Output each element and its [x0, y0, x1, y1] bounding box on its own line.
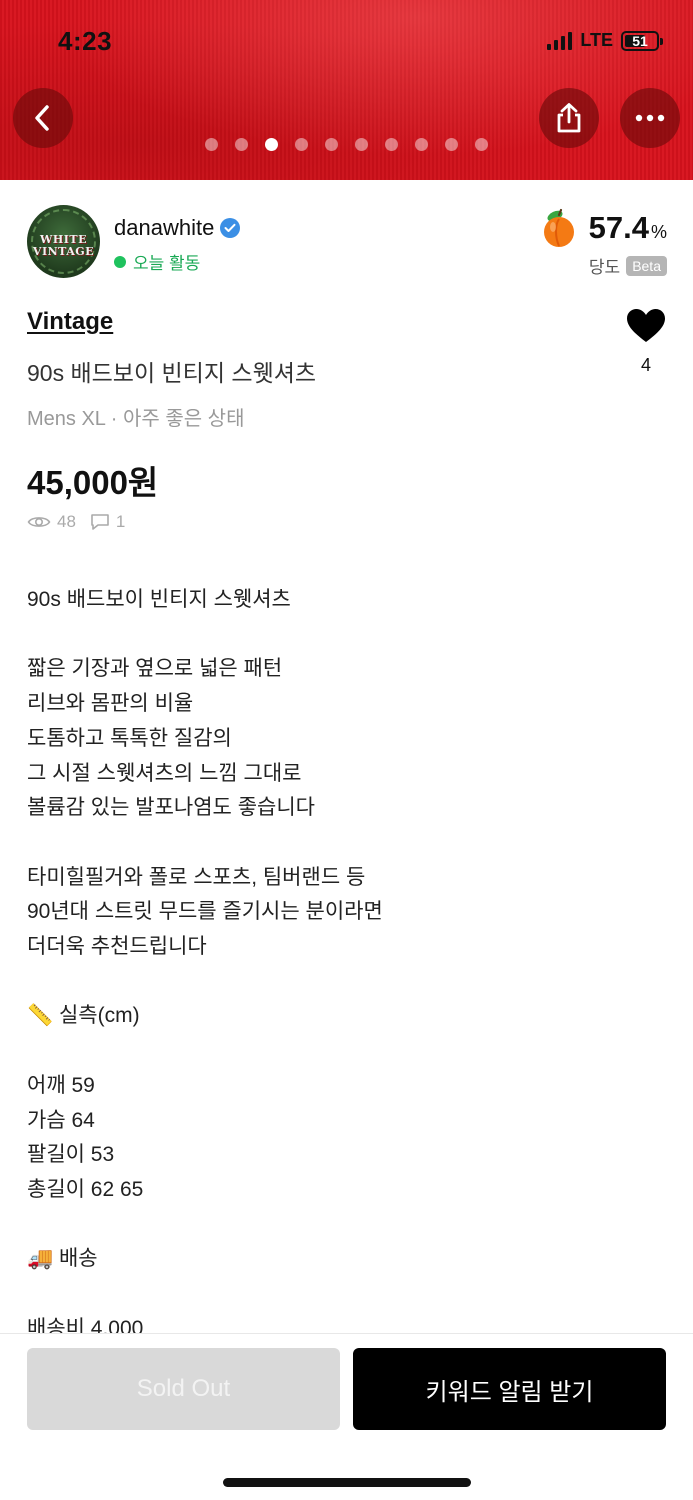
battery-icon: 51: [621, 30, 663, 51]
avatar[interactable]: WHITE VINTAGE: [27, 205, 100, 278]
seller-name-text: danawhite: [114, 215, 215, 240]
view-count: 48: [57, 512, 76, 531]
seller-section[interactable]: WHITE VINTAGE danawhite 오늘 활동 57.4% 당도 B…: [27, 205, 667, 285]
keyword-alert-button[interactable]: 키워드 알림 받기: [353, 1348, 666, 1430]
bottom-action-bar: Sold Out 키워드 알림 받기: [0, 1333, 693, 1500]
gallery-dot: [235, 138, 248, 151]
like-button[interactable]: 4: [626, 308, 666, 376]
gallery-dot: [355, 138, 368, 151]
gallery-dot: [325, 138, 338, 151]
gallery-dot: [445, 138, 458, 151]
status-indicators: LTE 51: [547, 30, 663, 51]
battery-level: 51: [632, 32, 648, 49]
gallery-dot: [295, 138, 308, 151]
more-horizontal-icon: [635, 114, 665, 122]
rating-label-text: 당도: [588, 258, 621, 277]
gallery-dot: [415, 138, 428, 151]
comment-icon: [91, 514, 109, 530]
sold-out-button[interactable]: Sold Out: [27, 1348, 340, 1430]
gallery-dot: [205, 138, 218, 151]
gallery-dot: [265, 138, 278, 151]
share-icon: [557, 103, 581, 133]
signal-icon: [547, 31, 573, 50]
gallery-dot: [385, 138, 398, 151]
like-count: 4: [640, 355, 651, 375]
product-stats: 48 1: [27, 512, 125, 532]
avatar-text-bottom: VINTAGE: [32, 245, 95, 258]
seller-activity: 오늘 활동: [114, 249, 200, 274]
chevron-left-icon: [35, 105, 49, 131]
peach-icon: [543, 208, 574, 247]
verified-badge-icon: [220, 218, 241, 238]
rating-label: 당도 Beta: [589, 253, 667, 278]
product-image-gallery[interactable]: 4:23 LTE 51: [0, 0, 693, 180]
activity-text: 오늘 활동: [133, 254, 201, 273]
online-dot-icon: [114, 255, 126, 268]
brand-link[interactable]: Vintage: [27, 308, 113, 336]
gallery-page-indicator: [0, 138, 693, 151]
heart-icon: [627, 309, 665, 342]
product-description: 90s 배드보이 빈티지 스웻셔츠 짧은 기장과 옆으로 넓은 패턴 리브와 몸…: [27, 588, 383, 1333]
comment-count: 1: [115, 512, 126, 531]
status-time: 4:23: [58, 26, 113, 56]
seller-rating[interactable]: 57.4%: [537, 207, 667, 249]
home-indicator: [223, 1478, 471, 1487]
beta-badge: Beta: [626, 255, 667, 276]
eye-icon: [27, 517, 51, 527]
gallery-dot: [475, 138, 488, 151]
product-title: 90s 배드보이 빈티지 스웻셔츠: [27, 360, 317, 386]
product-price: 45,000원: [27, 464, 159, 501]
rating-value: 57.4%: [588, 210, 667, 245]
product-meta: Mens XL · 아주 좋은 상태: [27, 408, 245, 430]
network-label: LTE: [580, 30, 613, 50]
seller-name[interactable]: danawhite: [114, 215, 241, 241]
